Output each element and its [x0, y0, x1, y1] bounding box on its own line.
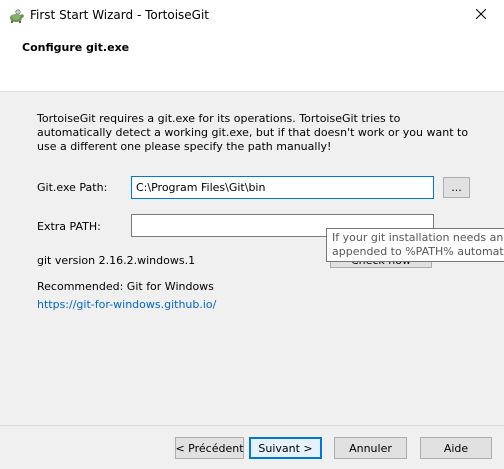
description-text: TortoiseGit requires a git.exe for its o… [37, 112, 469, 153]
page-heading: Configure git.exe [22, 41, 130, 54]
tooltip: If your git installation needs an ex app… [326, 228, 504, 262]
cancel-button[interactable]: Annuler [334, 437, 407, 459]
git-path-input[interactable]: C:\Program Files\Git\bin [131, 176, 434, 199]
title-bar: First Start Wizard - TortoiseGit [0, 0, 504, 31]
tooltip-line-1: If your git installation needs an ex [332, 231, 504, 244]
extra-path-label: Extra PATH: [37, 220, 101, 233]
next-button[interactable]: Suivant > [249, 437, 322, 459]
back-button[interactable]: < Précédent [175, 437, 244, 459]
wizard-window: First Start Wizard - TortoiseGit Configu… [0, 0, 504, 469]
git-path-label: Git.exe Path: [37, 181, 108, 194]
wizard-header: Configure git.exe [0, 31, 504, 92]
tooltip-line-2: appended to %PATH% automatic [332, 245, 504, 258]
window-title: First Start Wizard - TortoiseGit [30, 8, 210, 22]
footer-divider [0, 425, 504, 426]
git-version-text: git version 2.16.2.windows.1 [37, 254, 196, 267]
recommended-text: Recommended: Git for Windows [37, 280, 214, 293]
close-button[interactable] [458, 0, 504, 31]
tortoise-icon [8, 8, 24, 24]
browse-button[interactable]: ... [443, 177, 470, 198]
help-button[interactable]: Aide [420, 437, 492, 459]
close-icon [475, 8, 487, 22]
git-for-windows-link[interactable]: https://git-for-windows.github.io/ [37, 298, 216, 311]
